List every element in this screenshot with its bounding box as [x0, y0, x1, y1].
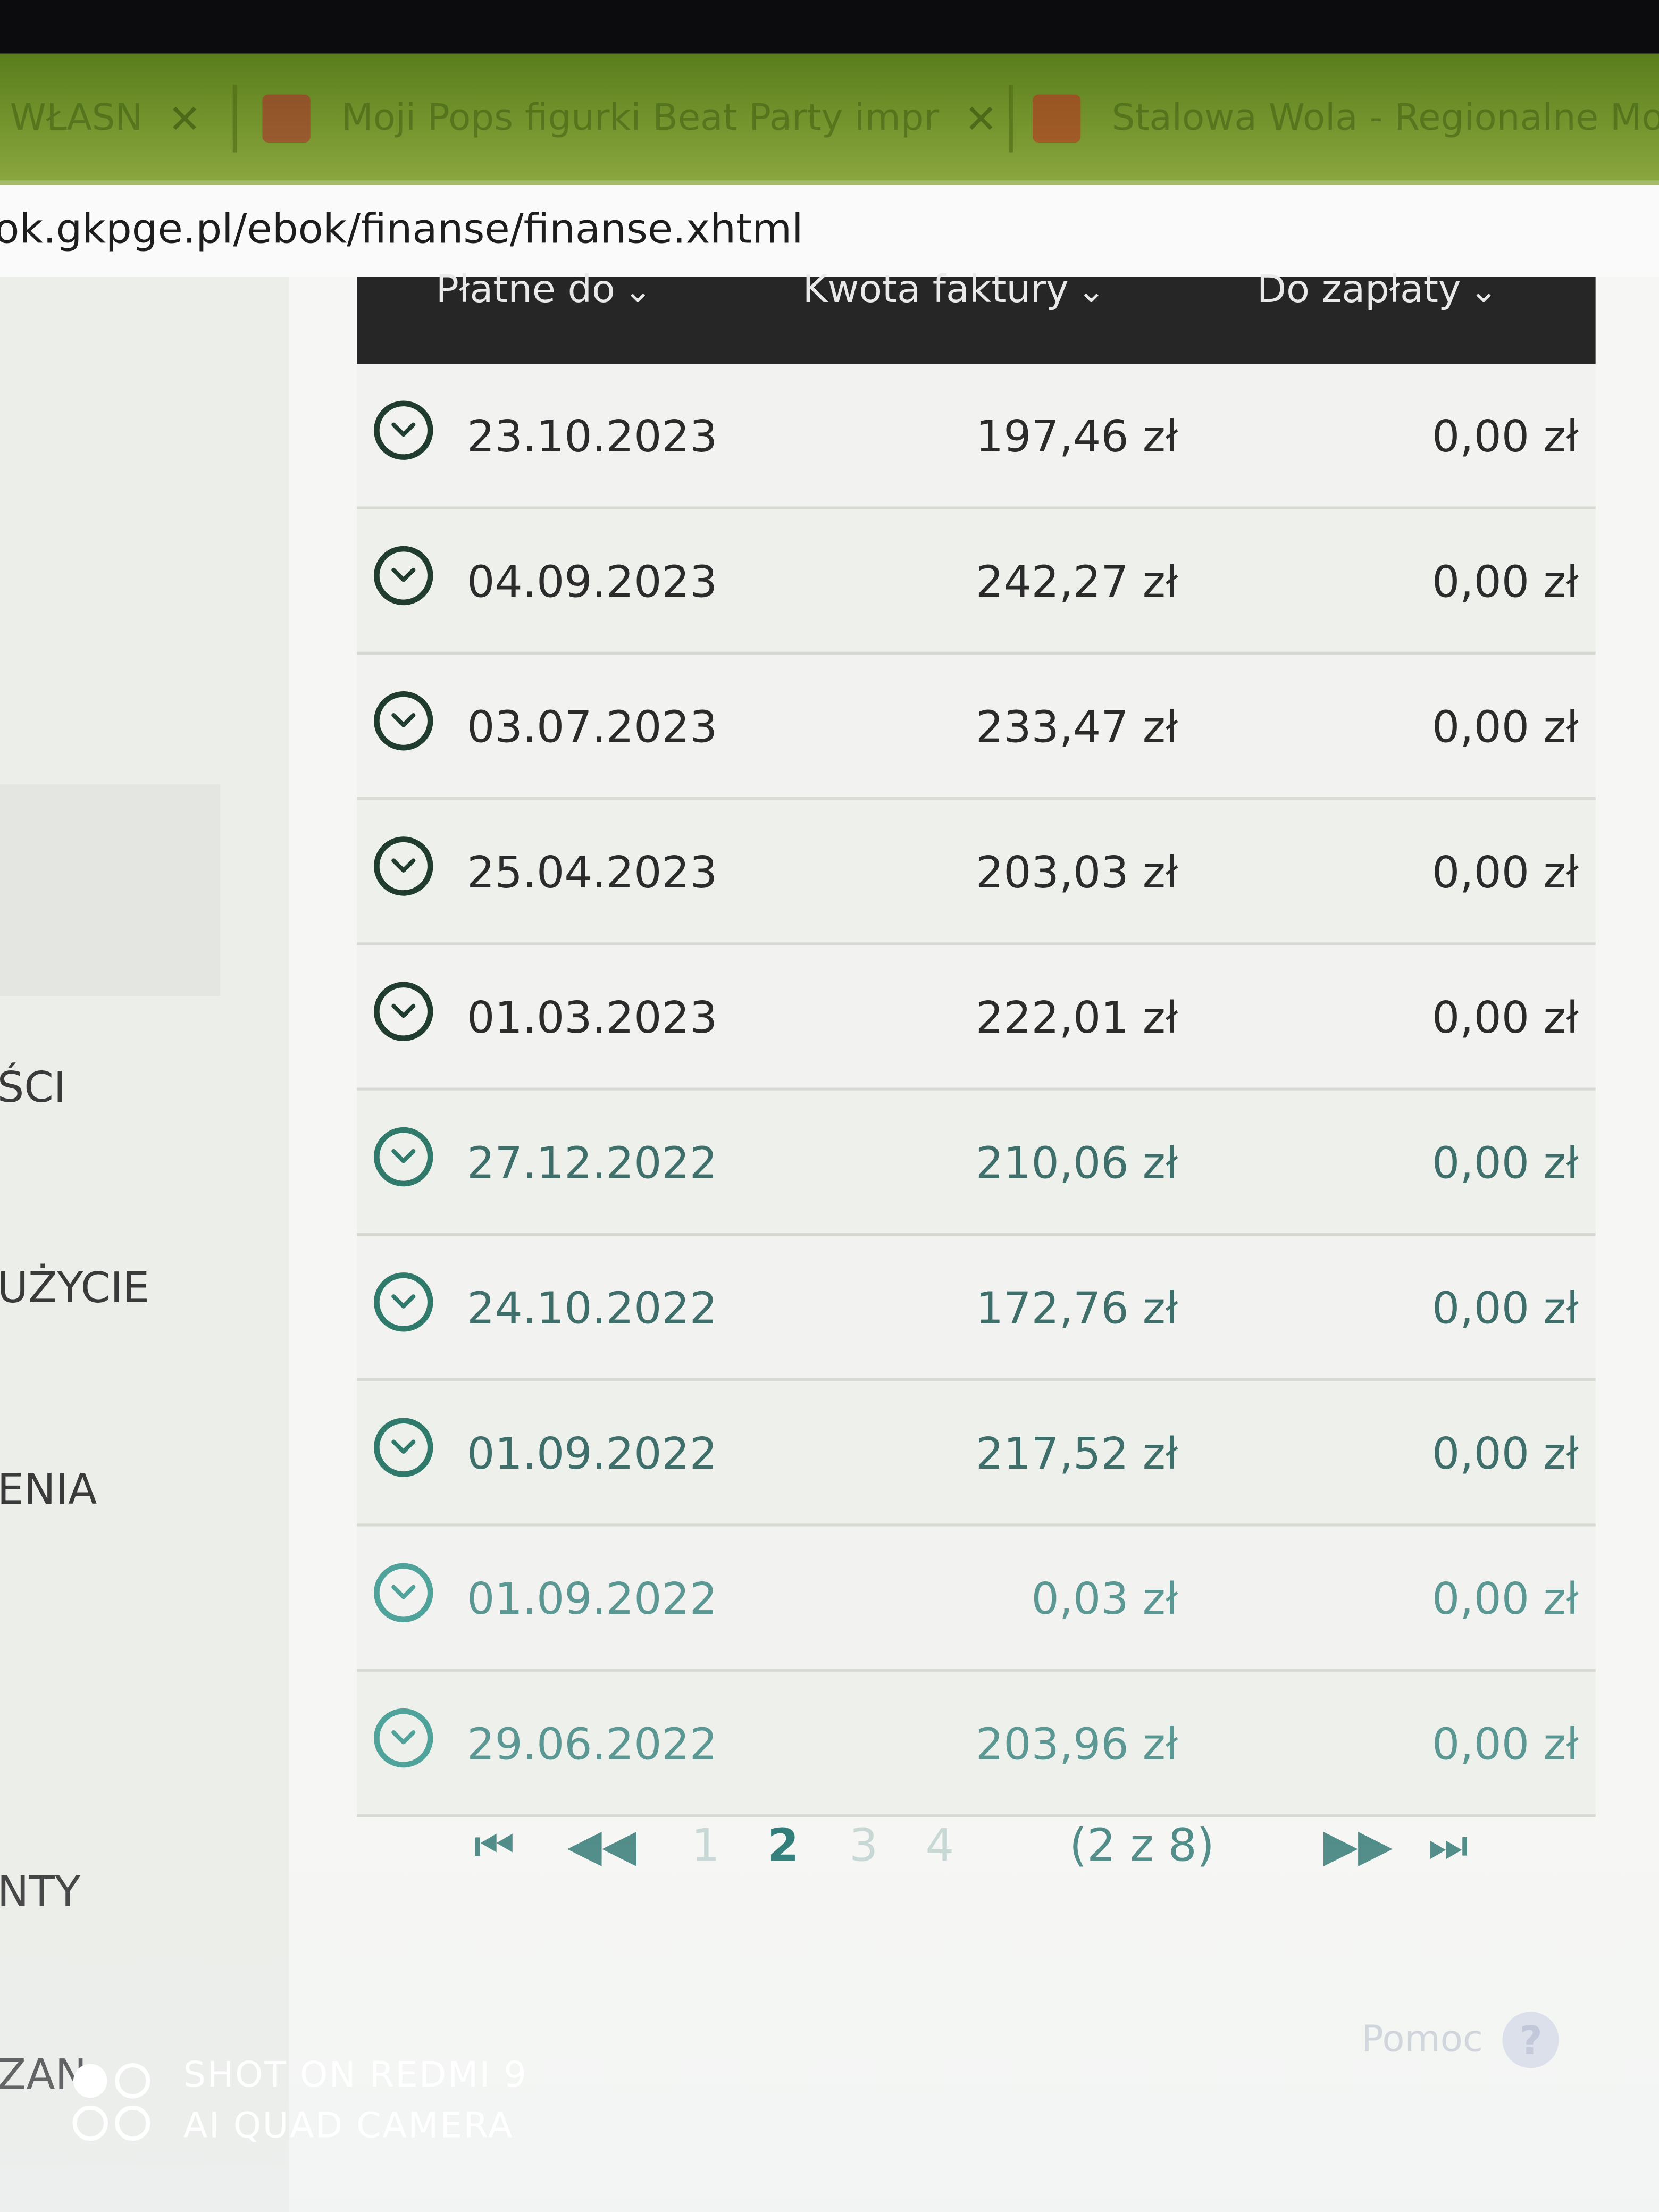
to-pay-cell: 0,00 zł — [1431, 1284, 1579, 1335]
table-row[interactable]: 01.09.2022 217,52 zł 0,00 zł — [357, 1381, 1596, 1527]
sidebar: ŚCI UŻYCIE ENIA NTY ZAN — [0, 276, 289, 2212]
watermark-line-2: AI QUAD CAMERA — [183, 2105, 514, 2146]
table-body: 23.10.2023 197,46 zł 0,00 zł 04.09.2023 242,… — [357, 364, 1596, 1817]
last-page-icon[interactable]: ⏭ — [1428, 1819, 1468, 1873]
table-row[interactable]: 27.12.2022 210,06 zł 0,00 zł — [357, 1090, 1596, 1236]
expand-chevron-icon[interactable] — [374, 400, 433, 460]
to-pay-cell: 0,00 zł — [1431, 412, 1579, 463]
invoice-amount-cell: 222,01 zł — [975, 993, 1178, 1044]
to-pay-cell: 0,00 zł — [1431, 848, 1579, 899]
to-pay-cell: 0,00 zł — [1431, 1574, 1579, 1626]
photo-stage: / WŁASN ✕ Moji Pops figurki Beat Party i… — [0, 0, 1659, 2212]
invoice-amount-cell: 233,47 zł — [975, 702, 1178, 753]
tab-favicon-icon — [1033, 94, 1081, 143]
expand-chevron-icon[interactable] — [374, 1127, 433, 1187]
table-row[interactable]: 29.06.2022 203,96 zł 0,00 zł — [357, 1671, 1596, 1817]
next-page-icon[interactable]: ▶▶ — [1323, 1819, 1393, 1872]
table-row[interactable]: 01.09.2022 0,03 zł 0,00 zł — [357, 1526, 1596, 1672]
column-header-to-pay[interactable]: Do zapłaty ⌄ — [1257, 268, 1498, 312]
chevron-down-icon: ⌄ — [1469, 271, 1498, 311]
due-date-cell: 29.06.2022 — [467, 1720, 718, 1771]
table-row[interactable]: 03.07.2023 233,47 zł 0,00 zł — [357, 655, 1596, 800]
expand-chevron-icon[interactable] — [374, 836, 433, 896]
help-label: Pomoc — [1361, 2018, 1483, 2062]
tab-favicon-icon — [262, 94, 311, 143]
address-bar[interactable]: ok.gkpge.pl/ebok/finanse/finanse.xhtml — [0, 180, 1659, 281]
invoice-amount-cell: 172,76 zł — [975, 1284, 1178, 1335]
table-row[interactable]: 25.04.2023 203,03 zł 0,00 zł — [357, 800, 1596, 945]
invoices-table: Płatne do ⌄ Kwota faktury ⌄ Do zapłaty ⌄ 23… — [357, 268, 1596, 1817]
watermark-line-1: SHOT ON REDMI 9 — [183, 2054, 528, 2095]
expand-chevron-icon[interactable] — [374, 1418, 433, 1477]
tab-close-icon[interactable]: ✕ — [965, 95, 998, 142]
help-link[interactable]: Pomoc ? — [1361, 2009, 1560, 2071]
tab-divider — [232, 85, 237, 153]
chevron-down-icon: ⌄ — [1077, 271, 1105, 311]
to-pay-cell: 0,00 zł — [1431, 1138, 1579, 1189]
due-date-cell: 24.10.2022 — [467, 1284, 718, 1335]
first-page-icon[interactable]: ⏮ — [474, 1819, 514, 1873]
due-date-cell: 27.12.2022 — [467, 1138, 718, 1189]
chevron-down-icon: ⌄ — [623, 271, 652, 311]
due-date-cell: 03.07.2023 — [467, 702, 718, 753]
due-date-cell: 25.04.2023 — [467, 848, 718, 899]
to-pay-cell: 0,00 zł — [1431, 1429, 1579, 1480]
sidebar-panel — [0, 784, 220, 996]
to-pay-cell: 0,00 zł — [1431, 993, 1579, 1044]
tab-title: Moji Pops figurki Beat Party impr — [341, 97, 939, 140]
expand-chevron-icon[interactable] — [374, 1708, 433, 1768]
column-header-invoice-amount[interactable]: Kwota faktury ⌄ — [803, 268, 1105, 312]
invoice-amount-cell: 242,27 zł — [975, 557, 1178, 608]
page-link-current[interactable]: 2 — [767, 1819, 799, 1872]
due-date-cell: 01.09.2022 — [467, 1429, 718, 1480]
tab-title: Stalowa Wola - Regionalne Mol — [1111, 97, 1659, 140]
page-summary: (2 z 8) — [1069, 1818, 1214, 1872]
url-text[interactable]: ok.gkpge.pl/ebok/finanse/finanse.xhtml — [0, 205, 803, 253]
invoice-amount-cell: 210,06 zł — [975, 1138, 1178, 1189]
page-link[interactable]: 3 — [849, 1819, 878, 1872]
table-header: Płatne do ⌄ Kwota faktury ⌄ Do zapłaty ⌄ — [357, 268, 1596, 364]
invoice-amount-cell: 203,03 zł — [975, 848, 1178, 899]
camera-logo-icon — [71, 2058, 155, 2143]
page-link[interactable]: 1 — [691, 1819, 720, 1872]
tab-close-icon[interactable]: ✕ — [168, 95, 201, 142]
browser-tab-strip: / WŁASN ✕ Moji Pops figurki Beat Party i… — [0, 53, 1659, 181]
sidebar-item[interactable]: ENIA — [0, 1466, 97, 1515]
expand-chevron-icon[interactable] — [374, 1272, 433, 1332]
invoice-amount-cell: 217,52 zł — [975, 1429, 1178, 1480]
to-pay-cell: 0,00 zł — [1431, 702, 1579, 753]
table-row[interactable]: 23.10.2023 197,46 zł 0,00 zł — [357, 364, 1596, 509]
page-link[interactable]: 4 — [925, 1819, 954, 1872]
due-date-cell: 01.09.2022 — [467, 1574, 718, 1626]
to-pay-cell: 0,00 zł — [1431, 557, 1579, 608]
sidebar-item[interactable]: ŚCI — [0, 1063, 66, 1113]
expand-chevron-icon[interactable] — [374, 1563, 433, 1623]
invoice-amount-cell: 0,03 zł — [1031, 1574, 1178, 1626]
expand-chevron-icon[interactable] — [374, 546, 433, 606]
prev-page-icon[interactable]: ◀◀ — [567, 1819, 637, 1872]
table-row[interactable]: 04.09.2023 242,27 zł 0,00 zł — [357, 509, 1596, 655]
sidebar-item[interactable]: UŻYCIE — [0, 1264, 149, 1313]
invoice-amount-cell: 203,96 zł — [975, 1720, 1178, 1771]
to-pay-cell: 0,00 zł — [1431, 1720, 1579, 1771]
sidebar-item[interactable]: NTY — [0, 1868, 80, 1917]
browser-tab[interactable]: Moji Pops figurki Beat Party impr ✕ — [262, 76, 998, 161]
browser-tab[interactable]: Stalowa Wola - Regionalne Mol — [1033, 76, 1659, 161]
camera-watermark: SHOT ON REDMI 9 AI QUAD CAMERA — [71, 2048, 528, 2152]
pagination: ⏮ ◀◀ 1 2 3 4 (2 z 8) ▶▶ ⏭ — [466, 1813, 1538, 1883]
tab-divider — [1008, 85, 1013, 153]
table-row[interactable]: 24.10.2022 172,76 zł 0,00 zł — [357, 1236, 1596, 1381]
due-date-cell: 01.03.2023 — [467, 993, 718, 1044]
column-header-due-date[interactable]: Płatne do ⌄ — [436, 268, 652, 312]
due-date-cell: 04.09.2023 — [467, 557, 718, 608]
browser-tab[interactable]: / WŁASN ✕ — [0, 76, 201, 161]
expand-chevron-icon[interactable] — [374, 691, 433, 751]
invoice-amount-cell: 197,46 zł — [975, 412, 1178, 463]
due-date-cell: 23.10.2023 — [467, 412, 718, 463]
tab-title: / WŁASN — [0, 97, 143, 140]
help-icon[interactable]: ? — [1503, 2012, 1560, 2068]
table-row[interactable]: 01.03.2023 222,01 zł 0,00 zł — [357, 945, 1596, 1091]
expand-chevron-icon[interactable] — [374, 982, 433, 1041]
monitor-bezel — [0, 0, 1659, 54]
